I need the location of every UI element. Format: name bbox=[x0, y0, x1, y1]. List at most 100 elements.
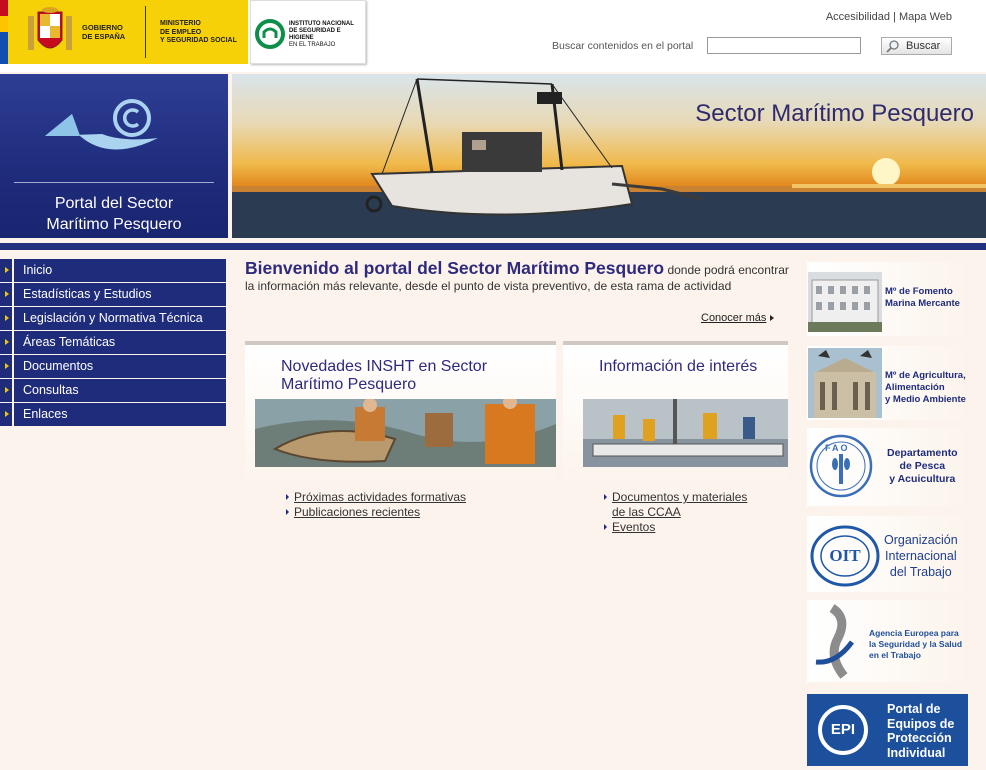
fomento-building-icon bbox=[808, 272, 882, 332]
oit-line2: Internacional bbox=[885, 549, 957, 563]
util-separator: | bbox=[893, 11, 896, 23]
ministry-line3: Y SEGURIDAD SOCIAL bbox=[160, 37, 237, 44]
portal-title-line1: Portal del Sector bbox=[54, 195, 174, 212]
portal-title-line2: Marítimo Pesquero bbox=[46, 216, 182, 233]
insht-line3: EN EL TRABAJO bbox=[289, 42, 336, 48]
agencia-europea-link[interactable]: Agencia Europea para la Seguridad y la S… bbox=[807, 600, 969, 682]
gov-line1: GOBIERNO bbox=[82, 23, 123, 32]
nav-arrow-icon bbox=[0, 355, 14, 378]
agencia-line3: en el Trabajo bbox=[869, 650, 921, 660]
nav-arrow-icon bbox=[0, 403, 14, 426]
agricultura-line1: Mº de Agricultura, bbox=[885, 370, 966, 381]
informacion-links: Documentos y materiales de las CCAA Event… bbox=[604, 490, 747, 535]
nav-arrow-icon bbox=[0, 379, 14, 402]
ministry-line1: MINISTERIO bbox=[160, 20, 201, 27]
sidebar-item-label: Consultas bbox=[23, 383, 79, 397]
novedades-title: Novedades INSHT en Sector Marítimo Pesqu… bbox=[281, 358, 487, 394]
documentos-ccaa-line1: Documentos y materiales bbox=[612, 490, 748, 504]
banner-divider bbox=[14, 182, 214, 183]
search-input[interactable] bbox=[707, 37, 861, 54]
epi-letters: EPI bbox=[830, 721, 856, 738]
welcome-title: Bienvenido al portal del Sector Marítimo… bbox=[245, 258, 665, 278]
oit-link[interactable]: OIT Organización Internacional del Traba… bbox=[807, 516, 969, 592]
mapa-web-link[interactable]: Mapa Web bbox=[899, 11, 952, 23]
search-button[interactable]: Buscar bbox=[881, 37, 952, 55]
epi-line4: Individual bbox=[887, 745, 946, 760]
sidebar-item-label: Enlaces bbox=[23, 407, 68, 421]
sidebar-item-estadisticas[interactable]: Estadísticas y Estudios bbox=[0, 283, 226, 306]
gobierno-logo[interactable]: GOBIERNO DE ESPAÑA MINISTERIO DE EMPLEO … bbox=[0, 0, 248, 64]
sidebar-nav: Inicio Estadísticas y Estudios Legislaci… bbox=[0, 259, 226, 427]
publicaciones-recientes-link[interactable]: Publicaciones recientes bbox=[286, 505, 466, 520]
fao-link[interactable]: FAO Departamento de Pesca y Acuicultura bbox=[807, 428, 969, 506]
gov-line2: DE ESPAÑA bbox=[82, 32, 126, 41]
search-icon bbox=[886, 40, 899, 53]
nav-arrow-icon bbox=[0, 259, 14, 282]
agencia-europea-logo-icon bbox=[815, 604, 855, 679]
sidebar-item-label: Estadísticas y Estudios bbox=[23, 287, 152, 301]
epi-portal-link[interactable]: EPI Portal de Equipos de Protección Indi… bbox=[807, 694, 968, 766]
agricultura-link[interactable]: Mº de Agricultura, Alimentación y Medio … bbox=[807, 346, 969, 420]
epi-line2: Equipos de bbox=[887, 716, 955, 731]
sidebar-item-legislacion[interactable]: Legislación y Normativa Técnica bbox=[0, 307, 226, 330]
fomento-link[interactable]: Mº de Fomento Marina Mercante bbox=[807, 262, 969, 336]
agricultura-line3: y Medio Ambiente bbox=[885, 394, 966, 405]
eu-flag-strip bbox=[0, 0, 8, 64]
fao-letters: FAO bbox=[825, 443, 850, 453]
search-label: Buscar contenidos en el portal bbox=[552, 40, 694, 52]
novedades-title-line1: Novedades INSHT en Sector bbox=[281, 358, 488, 375]
portal-banner[interactable]: Portal del Sector Marítimo Pesquero bbox=[0, 74, 228, 238]
documentos-ccaa-line2: de las CCAA bbox=[612, 505, 681, 519]
epi-text: Portal de Equipos de Protección Individu… bbox=[887, 702, 954, 760]
sidebar-item-label: Documentos bbox=[23, 359, 94, 373]
sidebar-item-label: Legislación y Normativa Técnica bbox=[23, 311, 203, 325]
novedades-panel: Novedades INSHT en Sector Marítimo Pesqu… bbox=[245, 341, 556, 541]
gov-divider bbox=[145, 6, 146, 58]
insht-line1: INSTITUTO NACIONAL bbox=[289, 21, 354, 27]
novedades-title-line2: Marítimo Pesquero bbox=[281, 376, 417, 393]
fishing-boat-banner-photo: Sector Marítimo Pesquero bbox=[232, 74, 986, 238]
nav-arrow-icon bbox=[0, 307, 14, 330]
epi-logo: EPI bbox=[817, 704, 869, 756]
agencia-line2: la Seguridad y la Salud bbox=[869, 639, 963, 649]
fao-line1: Departamento bbox=[887, 447, 958, 459]
conocer-mas-link[interactable]: Conocer más bbox=[701, 312, 766, 324]
documentos-ccaa-link[interactable]: Documentos y materiales de las CCAA bbox=[604, 490, 747, 520]
fomento-line1: Mº de Fomento bbox=[885, 286, 953, 297]
epi-line1: Portal de bbox=[887, 702, 941, 716]
banner-title: Sector Marítimo Pesquero bbox=[695, 100, 974, 127]
agricultura-building-icon bbox=[808, 348, 882, 418]
nav-arrow-icon bbox=[0, 331, 14, 354]
sidebar-item-consultas[interactable]: Consultas bbox=[0, 379, 226, 402]
accesibilidad-link[interactable]: Accesibilidad bbox=[826, 11, 890, 23]
coat-of-arms-icon bbox=[28, 7, 72, 50]
arrow-right-icon bbox=[770, 315, 774, 321]
nav-arrow-icon bbox=[0, 283, 14, 306]
eventos-link[interactable]: Eventos bbox=[604, 520, 747, 535]
sidebar-item-documentos[interactable]: Documentos bbox=[0, 355, 226, 378]
insht-mark-icon bbox=[255, 19, 285, 49]
oit-letters: OIT bbox=[829, 546, 861, 565]
proximas-actividades-link[interactable]: Próximas actividades formativas bbox=[286, 490, 466, 505]
agricultura-line2: Alimentación bbox=[885, 382, 945, 393]
fishermen-photo bbox=[255, 399, 556, 467]
sidebar-item-enlaces[interactable]: Enlaces bbox=[0, 403, 226, 426]
header-blue-bar bbox=[0, 243, 986, 250]
novedades-links: Próximas actividades formativas Publicac… bbox=[286, 490, 466, 520]
epi-line3: Protección bbox=[887, 731, 952, 745]
agencia-line1: Agencia Europea para bbox=[869, 628, 959, 638]
fomento-line2: Marina Mercante bbox=[885, 298, 960, 309]
workers-photo bbox=[583, 399, 788, 467]
sidebar-item-areas[interactable]: Áreas Temáticas bbox=[0, 331, 226, 354]
search-button-label: Buscar bbox=[906, 40, 941, 52]
insht-line2: DE SEGURIDAD E HIGIENE bbox=[289, 28, 341, 41]
insht-logo[interactable]: INSTITUTO NACIONAL DE SEGURIDAD E HIGIEN… bbox=[250, 0, 366, 64]
welcome-section: Bienvenido al portal del Sector Marítimo… bbox=[245, 258, 790, 294]
informacion-title: Información de interés bbox=[599, 358, 758, 375]
sidebar-item-label: Áreas Temáticas bbox=[23, 335, 116, 349]
fishing-boat-icon bbox=[232, 78, 986, 238]
oit-logo: OIT bbox=[809, 524, 881, 588]
sidebar-item-inicio[interactable]: Inicio bbox=[0, 259, 226, 282]
informacion-panel: Información de interés Documentos y mate… bbox=[563, 341, 788, 541]
fao-line3: y Acuicultura bbox=[889, 473, 956, 485]
